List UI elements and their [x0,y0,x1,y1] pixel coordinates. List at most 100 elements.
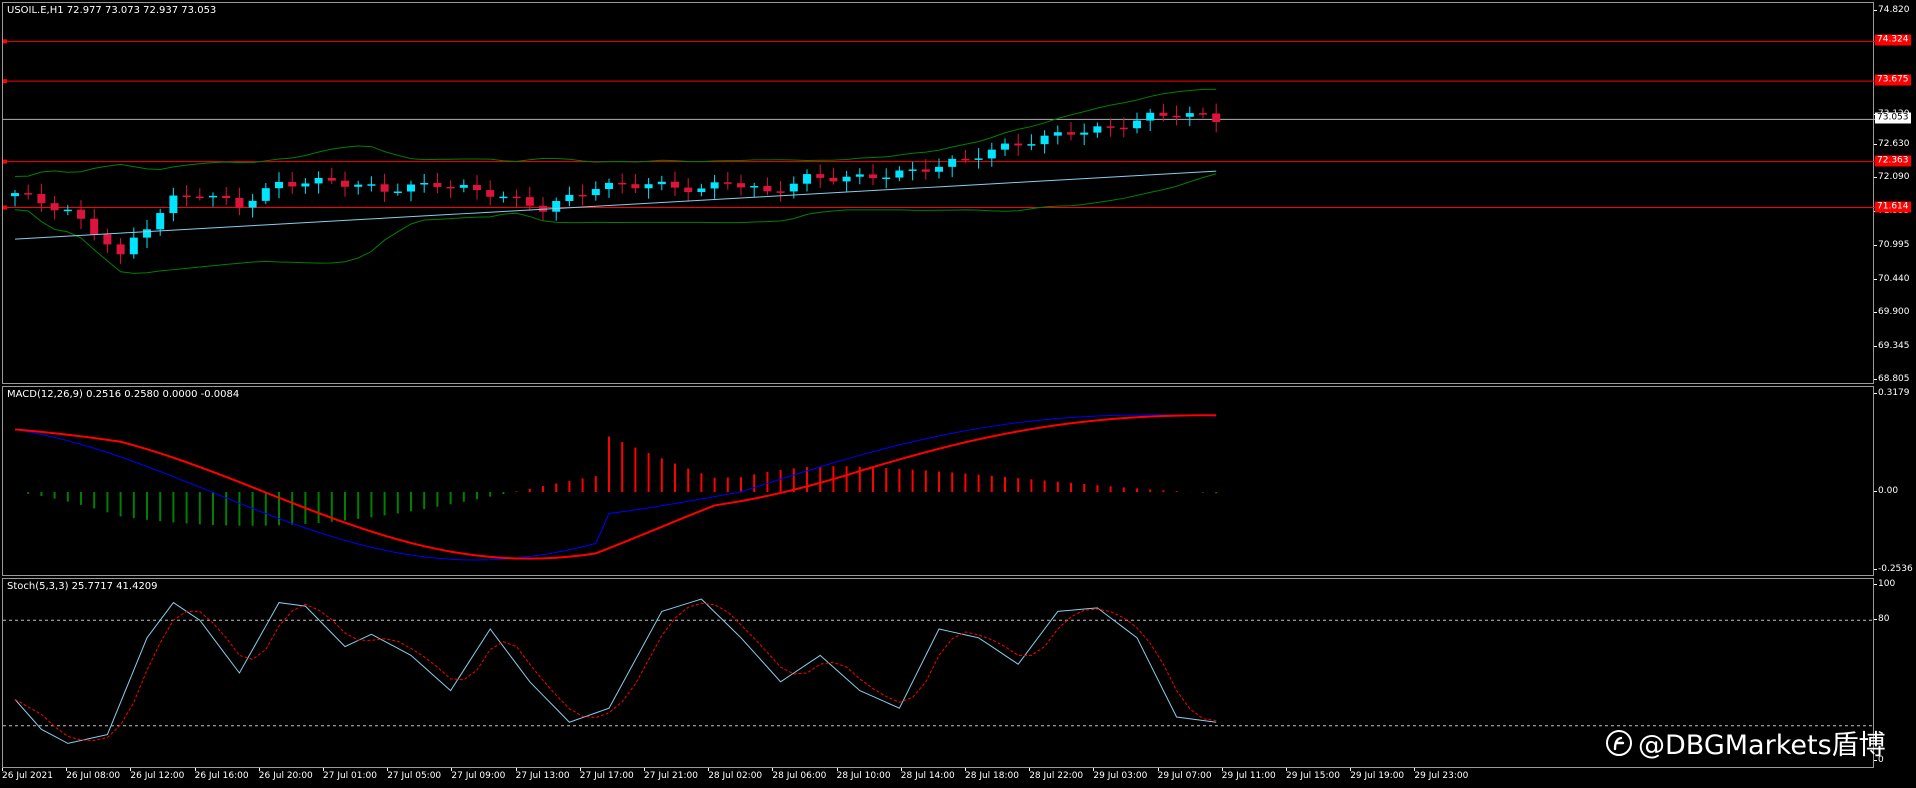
candle-body [869,174,877,179]
stochastic-main-line [14,598,1217,744]
candle-body [1053,132,1062,136]
candle-body [552,201,561,212]
stochastic-signal-line [14,602,1217,741]
candle-body [565,194,574,202]
candle-body [195,196,204,199]
time-axis-tick [258,768,260,771]
candle-body [644,184,653,189]
time-axis-label: 27 Jul 09:00 [451,771,506,781]
stochastic-indicator-pane[interactable]: Stoch(5,3,3) 25.7717 41.4209 [2,578,1875,769]
candle-body [367,184,376,186]
time-axis-tick [900,768,902,771]
candle-body [935,166,943,172]
axis-tick [1874,491,1877,493]
time-axis-label: 28 Jul 18:00 [965,771,1019,781]
candle-body [948,158,957,167]
candle-body [750,185,759,188]
macd-axis-label: 0.3179 [1878,387,1910,398]
moving-average-line [14,170,1217,240]
candle-body [499,196,508,199]
axis-tick [1874,311,1877,313]
macd-indicator-pane[interactable]: MACD(12,26,9) 0.2516 0.2580 0.0000 -0.00… [2,386,1874,576]
level-price-tag: 73.675 [1875,74,1911,86]
macd-axis[interactable]: 0.3179 0.00 -0.2536 [1874,386,1916,576]
watermark: @DBGMarkets盾博 [1606,723,1886,762]
candle-body [921,169,930,172]
candle-body [908,169,917,171]
time-axis-label: 28 Jul 02:00 [708,771,763,781]
candle-body [710,182,719,189]
candle-body [143,229,151,238]
candle-body [182,195,191,198]
level-price-tag: 71.614 [1875,201,1911,213]
candle-body [288,181,297,187]
candle-body [842,176,851,182]
time-axis-label: 28 Jul 10:00 [836,771,891,781]
candle-body [763,185,772,192]
axis-tick [1874,345,1877,347]
candle-body [855,174,864,177]
candle-body [961,158,970,161]
candle-body [605,182,613,190]
time-axis-tick [194,768,196,771]
axis-tick [1874,392,1877,394]
macd-axis-label: 0.00 [1878,486,1899,497]
axis-tick [1874,619,1877,621]
candle-body [90,218,99,235]
candle-body [1212,113,1221,123]
price-axis-label: 74.820 [1878,4,1910,15]
candle-body [235,198,244,208]
price-axis-label: 70.995 [1878,239,1910,250]
candle-body [169,195,178,214]
price-axis[interactable]: 74.82073.12072.63072.09071.53570.99570.4… [1874,2,1916,384]
level-price-tag: 74.324 [1875,34,1911,46]
bollinger-lower-band [14,173,1217,274]
time-axis-label: 26 Jul 16:00 [194,771,249,781]
time-axis-tick [708,768,710,771]
time-axis[interactable]: 26 Jul 2021 26 Jul 08:00 26 Jul 12:00 26 Ju… [0,768,1874,788]
candle-body [591,189,600,196]
candle-body [512,196,521,199]
candle-body [248,200,257,208]
time-axis-tick [130,768,132,771]
stochastic-canvas[interactable] [3,579,1875,769]
candle-body [974,158,983,160]
time-axis-label: 27 Jul 05:00 [387,771,442,781]
candle-body [671,181,679,188]
candle-body [657,181,666,185]
macd-canvas[interactable] [3,387,1875,577]
candle-body [459,184,468,188]
candle-body [103,234,112,245]
candle-body [578,194,587,197]
time-axis-tick [579,768,581,771]
time-axis-label: 26 Jul 12:00 [130,771,185,781]
candle-body [11,193,19,197]
price-chart-canvas[interactable] [3,3,1875,385]
time-axis-label: 29 Jul 11:00 [1221,771,1276,781]
candle-body [63,209,72,212]
time-axis-label: 29 Jul 23:00 [1414,771,1469,781]
candle-body [882,177,891,180]
candle-body [261,188,270,201]
price-axis-label: 72.630 [1878,139,1910,150]
price-chart-pane[interactable]: USOIL.E,H1 72.977 73.073 72.937 73.053 [2,2,1875,385]
candle-body [1001,143,1009,150]
candle-body [393,191,402,194]
candle-body [776,191,785,193]
candle-body [473,184,481,191]
candle-body [1093,126,1102,133]
time-axis-label: 27 Jul 21:00 [644,771,698,781]
time-axis-tick [1350,768,1352,771]
candle-body [24,193,33,195]
time-axis-label: 27 Jul 17:00 [579,771,634,781]
time-axis-label: 27 Jul 13:00 [515,771,570,781]
stochastic-label: Stoch(5,3,3) 25.7717 41.4209 [7,581,158,592]
candle-body [446,186,455,189]
time-axis-label: 26 Jul 08:00 [66,771,121,781]
weibo-logo-icon [1606,729,1632,756]
time-axis-label: 28 Jul 22:00 [1029,771,1084,781]
candle-body [314,177,323,184]
candle-body [116,244,125,255]
axis-tick [1874,144,1877,146]
macd-axis-label: -0.2536 [1878,564,1913,575]
